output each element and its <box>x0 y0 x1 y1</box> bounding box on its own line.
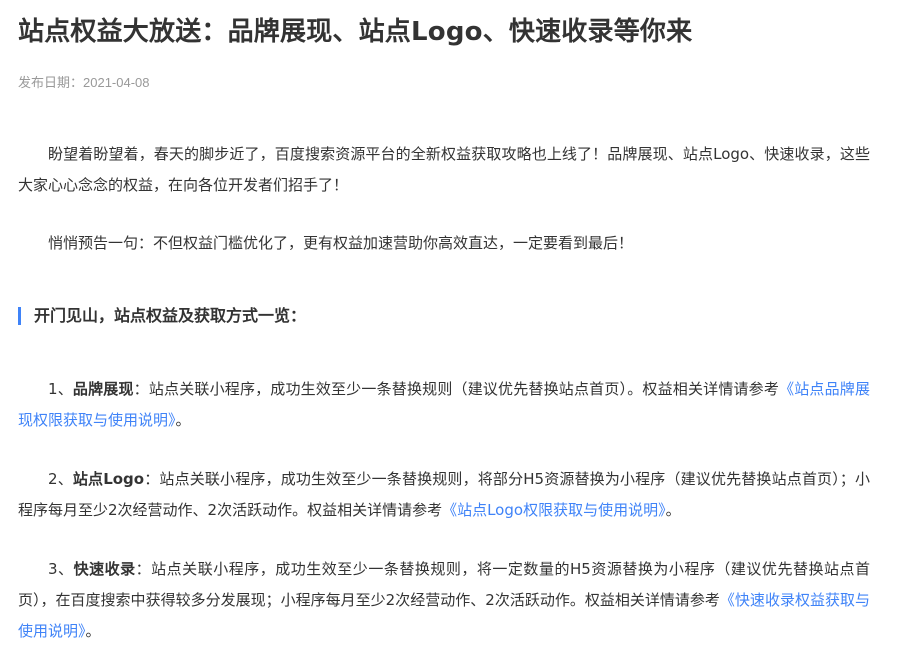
benefit-item-body: ：站点关联小程序，成功生效至少一条替换规则（建议优先替换站点首页）。权益相关详情… <box>133 380 780 398</box>
publish-meta: 发布日期：2021-04-08 <box>18 74 150 93</box>
logo-guide-link[interactable]: 《站点Logo权限获取与使用说明》 <box>442 501 665 519</box>
benefit-item-logo: 2、站点Logo：站点关联小程序，成功生效至少一条替换规则，将部分H5资源替换为… <box>18 464 870 526</box>
benefit-item-suffix: 。 <box>85 622 101 640</box>
article-title: 站点权益大放送：品牌展现、站点Logo、快速收录等你来 <box>18 17 693 47</box>
benefit-item-name: 快速收录 <box>73 560 136 578</box>
benefit-item-number: 3、 <box>48 560 74 578</box>
benefit-item-suffix: 。 <box>665 501 681 519</box>
teaser-paragraph: 悄悄预告一句：不但权益门槛优化了，更有权益加速营助你高效直达，一定要看到最后！ <box>48 234 634 252</box>
benefit-item-suffix: 。 <box>175 411 191 429</box>
benefit-item-number: 1、 <box>48 380 73 398</box>
benefit-item-brand: 1、品牌展现：站点关联小程序，成功生效至少一条替换规则（建议优先替换站点首页）。… <box>18 374 870 436</box>
section-accent-bar <box>18 307 21 325</box>
section-heading-text: 开门见山，站点权益及获取方式一览： <box>34 306 307 325</box>
intro-paragraph: 盼望着盼望着，春天的脚步近了，百度搜索资源平台的全新权益获取攻略也上线了！品牌展… <box>18 145 870 194</box>
benefit-item-number: 2、 <box>48 470 73 488</box>
benefit-item-fast-index: 3、快速收录：站点关联小程序，成功生效至少一条替换规则，将一定数量的H5资源替换… <box>18 554 870 647</box>
benefit-item-name: 站点Logo <box>72 470 145 488</box>
section-heading: 开门见山，站点权益及获取方式一览： <box>18 305 306 327</box>
publish-label: 发布日期： <box>18 76 84 91</box>
benefit-item-name: 品牌展现 <box>72 380 134 398</box>
publish-date: 2021-04-08 <box>83 75 150 90</box>
